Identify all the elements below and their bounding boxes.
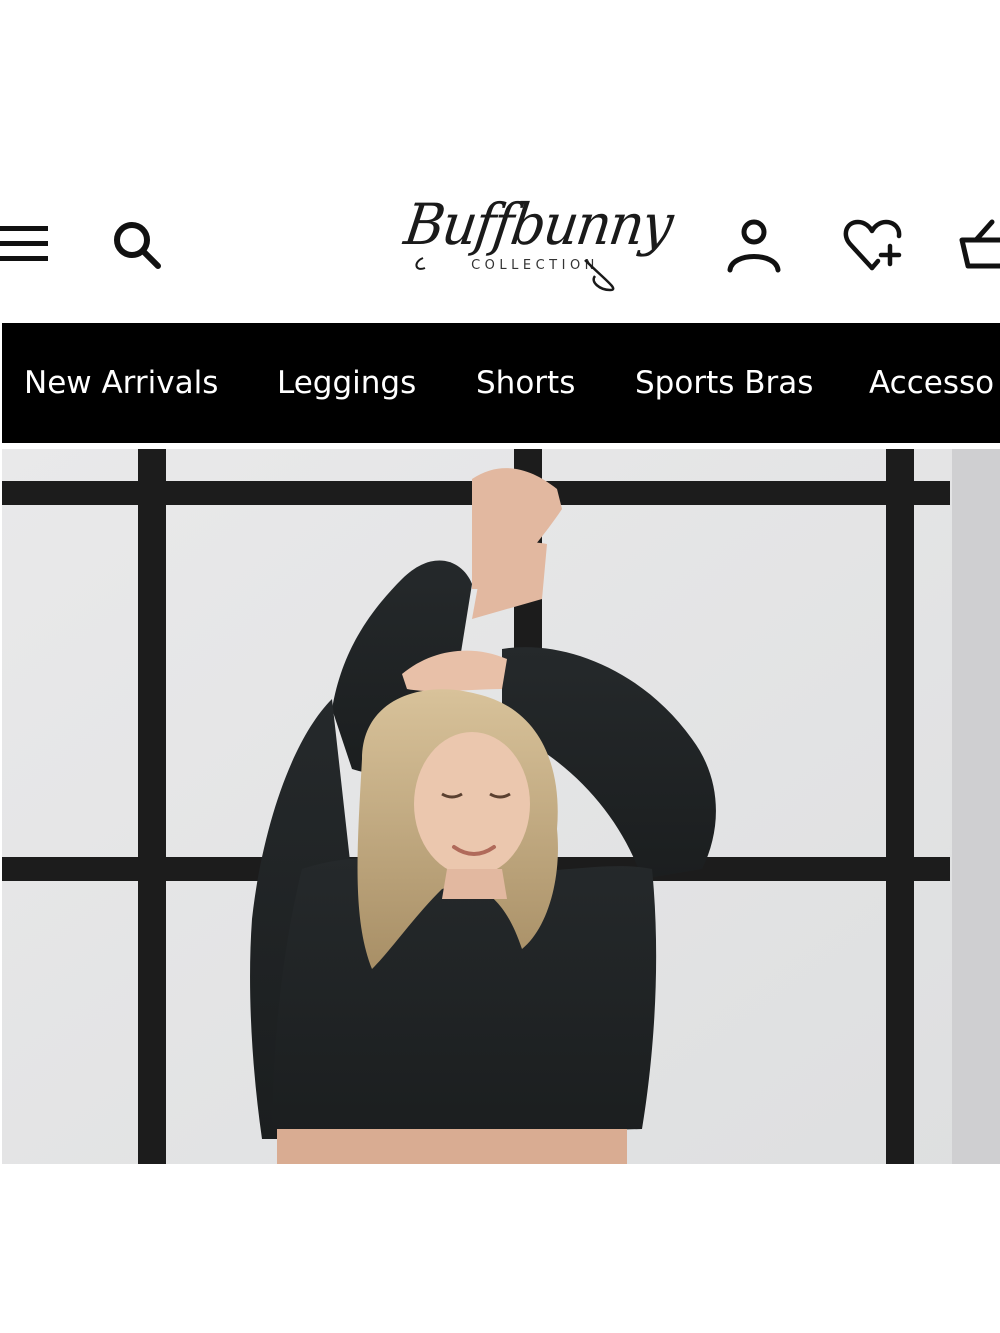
page: Buffbunny COLLECTION New Arrivals Leggin…: [0, 0, 1000, 1333]
nav-item-shorts[interactable]: Shorts: [476, 323, 575, 443]
category-nav-bar: New Arrivals Leggings Shorts Sports Bras…: [2, 323, 1000, 443]
hero-banner-image[interactable]: [2, 449, 1000, 1164]
wishlist-button[interactable]: [842, 216, 908, 274]
account-button[interactable]: [724, 216, 784, 274]
brand-logo[interactable]: Buffbunny COLLECTION: [400, 190, 676, 300]
user-account-icon: [727, 219, 781, 273]
nav-item-new-arrivals[interactable]: New Arrivals: [24, 323, 218, 443]
search-button[interactable]: [108, 218, 168, 272]
logo-script-text: Buffbunny: [400, 191, 676, 258]
menu-button[interactable]: [0, 220, 52, 268]
cart-button[interactable]: [958, 214, 1000, 272]
nav-item-accessories[interactable]: Accesso: [869, 323, 994, 443]
site-header: Buffbunny COLLECTION: [0, 180, 1000, 300]
hamburger-menu-icon: [0, 226, 48, 261]
search-icon: [114, 222, 161, 269]
shopping-basket-icon: [959, 219, 1000, 269]
hero-photo: [2, 449, 1000, 1164]
nav-item-sports-bras[interactable]: Sports Bras: [635, 323, 813, 443]
nav-item-leggings[interactable]: Leggings: [277, 323, 416, 443]
heart-plus-icon: [843, 219, 902, 271]
